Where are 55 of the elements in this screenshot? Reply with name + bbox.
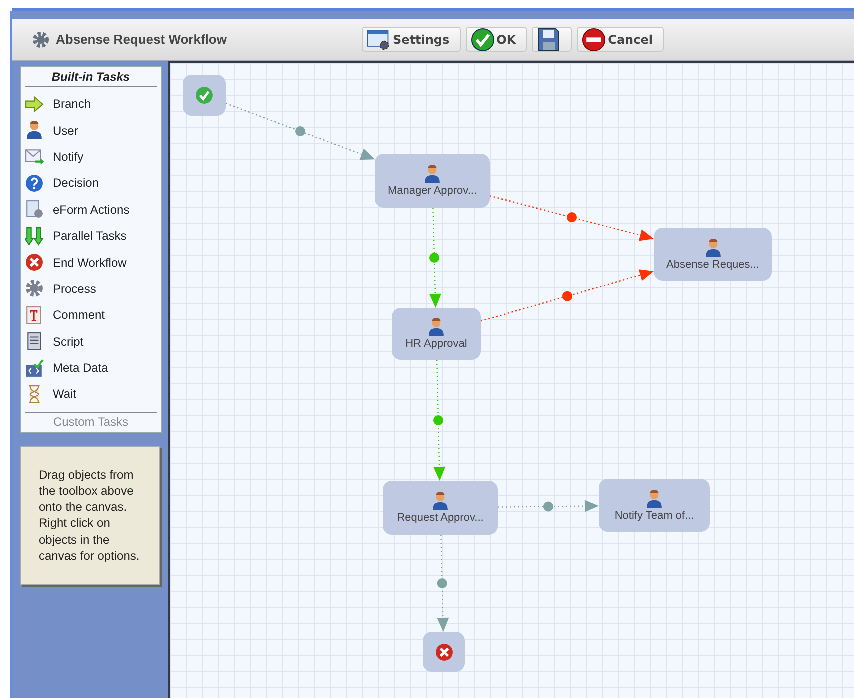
cancel-button[interactable]: Cancel bbox=[577, 27, 664, 52]
close-circle-icon bbox=[434, 642, 454, 662]
check-circle-icon bbox=[195, 86, 214, 105]
task-item[interactable]: Script bbox=[25, 328, 157, 355]
connector-arrow[interactable] bbox=[480, 270, 654, 322]
task-node[interactable]: Request Approv... bbox=[383, 481, 498, 535]
save-button[interactable] bbox=[532, 27, 572, 52]
question-icon bbox=[25, 174, 44, 193]
user-icon bbox=[704, 238, 722, 258]
gear-icon bbox=[32, 30, 50, 48]
double-arrow-icon bbox=[25, 226, 44, 246]
connector-arrow[interactable] bbox=[429, 208, 442, 308]
task-item[interactable]: Meta Data bbox=[25, 354, 157, 382]
toolbox-title: Built-in Tasks bbox=[25, 67, 157, 87]
task-node[interactable]: Notify Team of... bbox=[599, 479, 710, 532]
task-node[interactable]: Manager Approv... bbox=[375, 154, 490, 208]
check-circle-icon bbox=[470, 28, 495, 52]
connector-arrow[interactable] bbox=[434, 360, 446, 481]
envelope-icon bbox=[25, 147, 44, 166]
window-title: Absense Request Workflow bbox=[56, 32, 227, 47]
ok-button[interactable]: OK bbox=[466, 27, 528, 52]
arrow-icon bbox=[25, 94, 44, 114]
task-item[interactable]: Notify bbox=[25, 144, 157, 170]
end-node[interactable] bbox=[423, 632, 465, 672]
script-icon bbox=[25, 332, 44, 352]
close-circle-icon bbox=[25, 253, 44, 272]
task-item[interactable]: Decision bbox=[25, 170, 157, 197]
settings-button[interactable]: Settings bbox=[362, 27, 461, 52]
gear-icon bbox=[25, 279, 44, 298]
connector-arrow[interactable] bbox=[226, 103, 375, 160]
task-item[interactable]: Process bbox=[25, 276, 157, 302]
no-entry-icon bbox=[582, 28, 606, 52]
start-node[interactable] bbox=[183, 75, 226, 116]
settings-icon bbox=[367, 28, 391, 52]
hint-text: Drag objects from the toolbox above onto the canvas. Right click on objects in the canvas for options. bbox=[20, 446, 160, 585]
code-icon bbox=[25, 358, 44, 378]
task-item[interactable]: Branch bbox=[25, 91, 157, 118]
task-item[interactable]: Comment bbox=[25, 302, 157, 329]
document-icon bbox=[25, 200, 44, 220]
text-icon bbox=[25, 306, 44, 325]
task-node[interactable]: HR Approval bbox=[392, 308, 481, 360]
task-item[interactable]: Wait bbox=[25, 381, 157, 408]
user-icon bbox=[423, 165, 442, 184]
task-item[interactable]: User bbox=[25, 117, 157, 144]
task-item[interactable]: eForm Actions bbox=[25, 196, 157, 223]
task-item[interactable]: Parallel Tasks bbox=[25, 222, 157, 250]
user-icon bbox=[431, 492, 450, 511]
connector-arrow[interactable] bbox=[437, 534, 450, 632]
connector-arrow[interactable] bbox=[498, 500, 599, 512]
connector-arrow[interactable] bbox=[490, 195, 654, 242]
user-icon bbox=[645, 490, 664, 508]
user-icon bbox=[25, 121, 44, 140]
user-icon bbox=[427, 318, 446, 337]
task-node[interactable]: Absense Reques... bbox=[654, 228, 772, 281]
task-item[interactable]: End Workflow bbox=[25, 249, 157, 276]
